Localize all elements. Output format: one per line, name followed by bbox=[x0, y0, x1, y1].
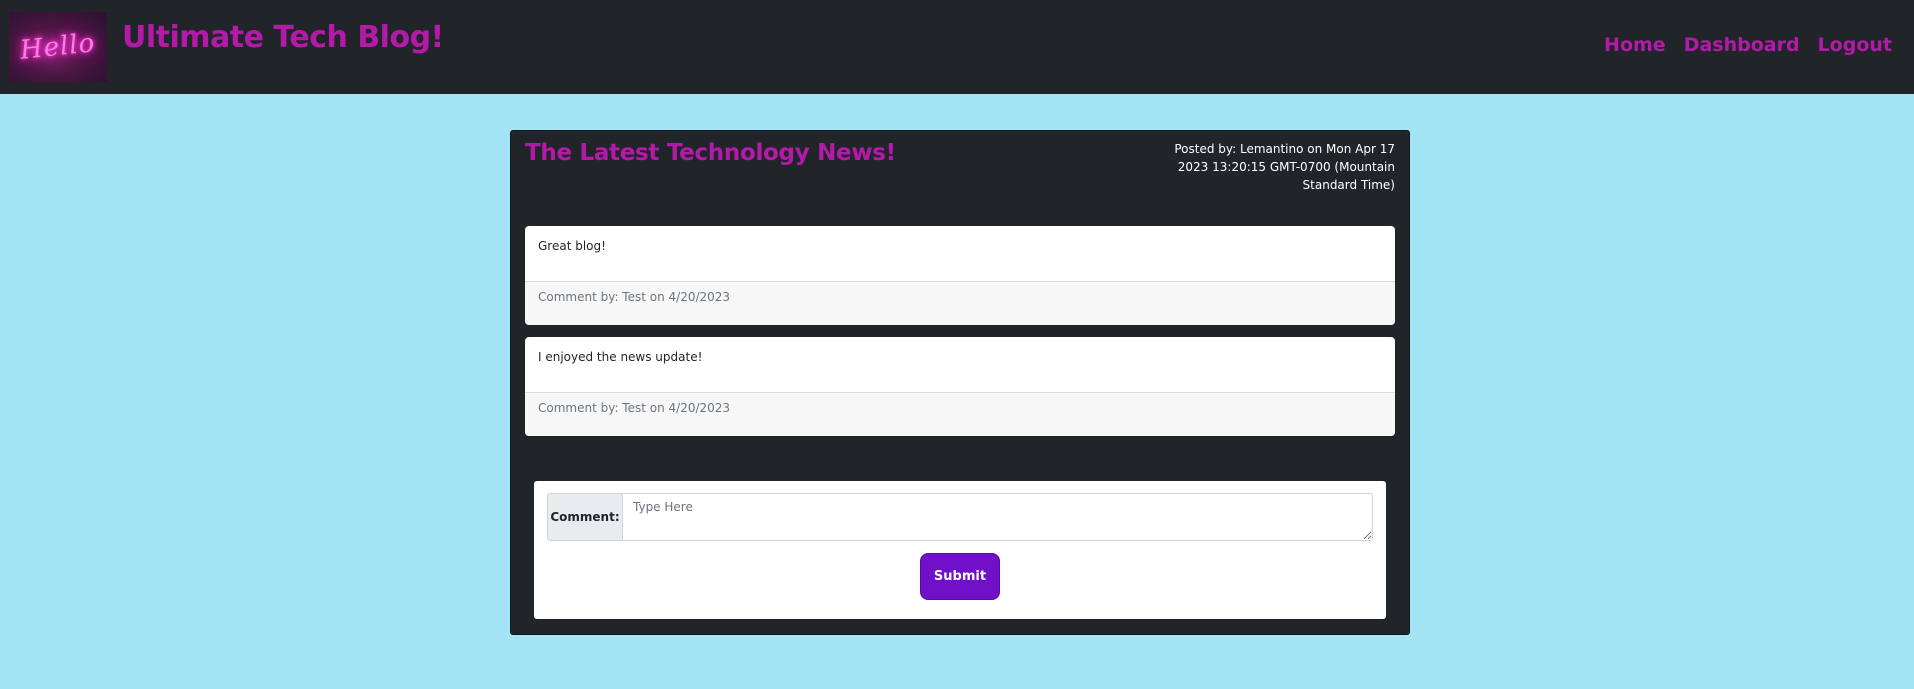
comment-body: I enjoyed the news update! bbox=[538, 350, 703, 364]
logo-image[interactable]: Hello bbox=[9, 12, 107, 82]
post-title: The Latest Technology News! bbox=[525, 140, 896, 166]
nav-links: Home Dashboard Logout bbox=[1604, 34, 1892, 56]
comment-input-group: Comment: bbox=[547, 493, 1373, 541]
post-card: The Latest Technology News! Posted by: L… bbox=[510, 130, 1410, 635]
comment-label: Comment: bbox=[547, 493, 622, 541]
comment-card: I enjoyed the news update! Comment by: T… bbox=[525, 337, 1395, 436]
comment-card: Great blog! Comment by: Test on 4/20/202… bbox=[525, 226, 1395, 325]
site-title[interactable]: Ultimate Tech Blog! bbox=[122, 20, 444, 55]
post-meta: Posted by: Lemantino on Mon Apr 17 2023 … bbox=[1174, 142, 1395, 192]
navbar: Hello Ultimate Tech Blog! Home Dashboard… bbox=[0, 0, 1914, 94]
nav-link-home[interactable]: Home bbox=[1604, 34, 1666, 56]
submit-button[interactable]: Submit bbox=[920, 553, 1000, 600]
comment-body: Great blog! bbox=[538, 239, 606, 253]
comment-form: Comment: Submit bbox=[534, 481, 1386, 619]
comment-footer: Comment by: Test on 4/20/2023 bbox=[525, 392, 1395, 436]
nav-link-logout[interactable]: Logout bbox=[1818, 34, 1892, 56]
comment-footer: Comment by: Test on 4/20/2023 bbox=[525, 281, 1395, 325]
logo-neon-text: Hello bbox=[18, 28, 98, 66]
comment-textarea[interactable] bbox=[622, 493, 1373, 541]
nav-link-dashboard[interactable]: Dashboard bbox=[1684, 34, 1800, 56]
